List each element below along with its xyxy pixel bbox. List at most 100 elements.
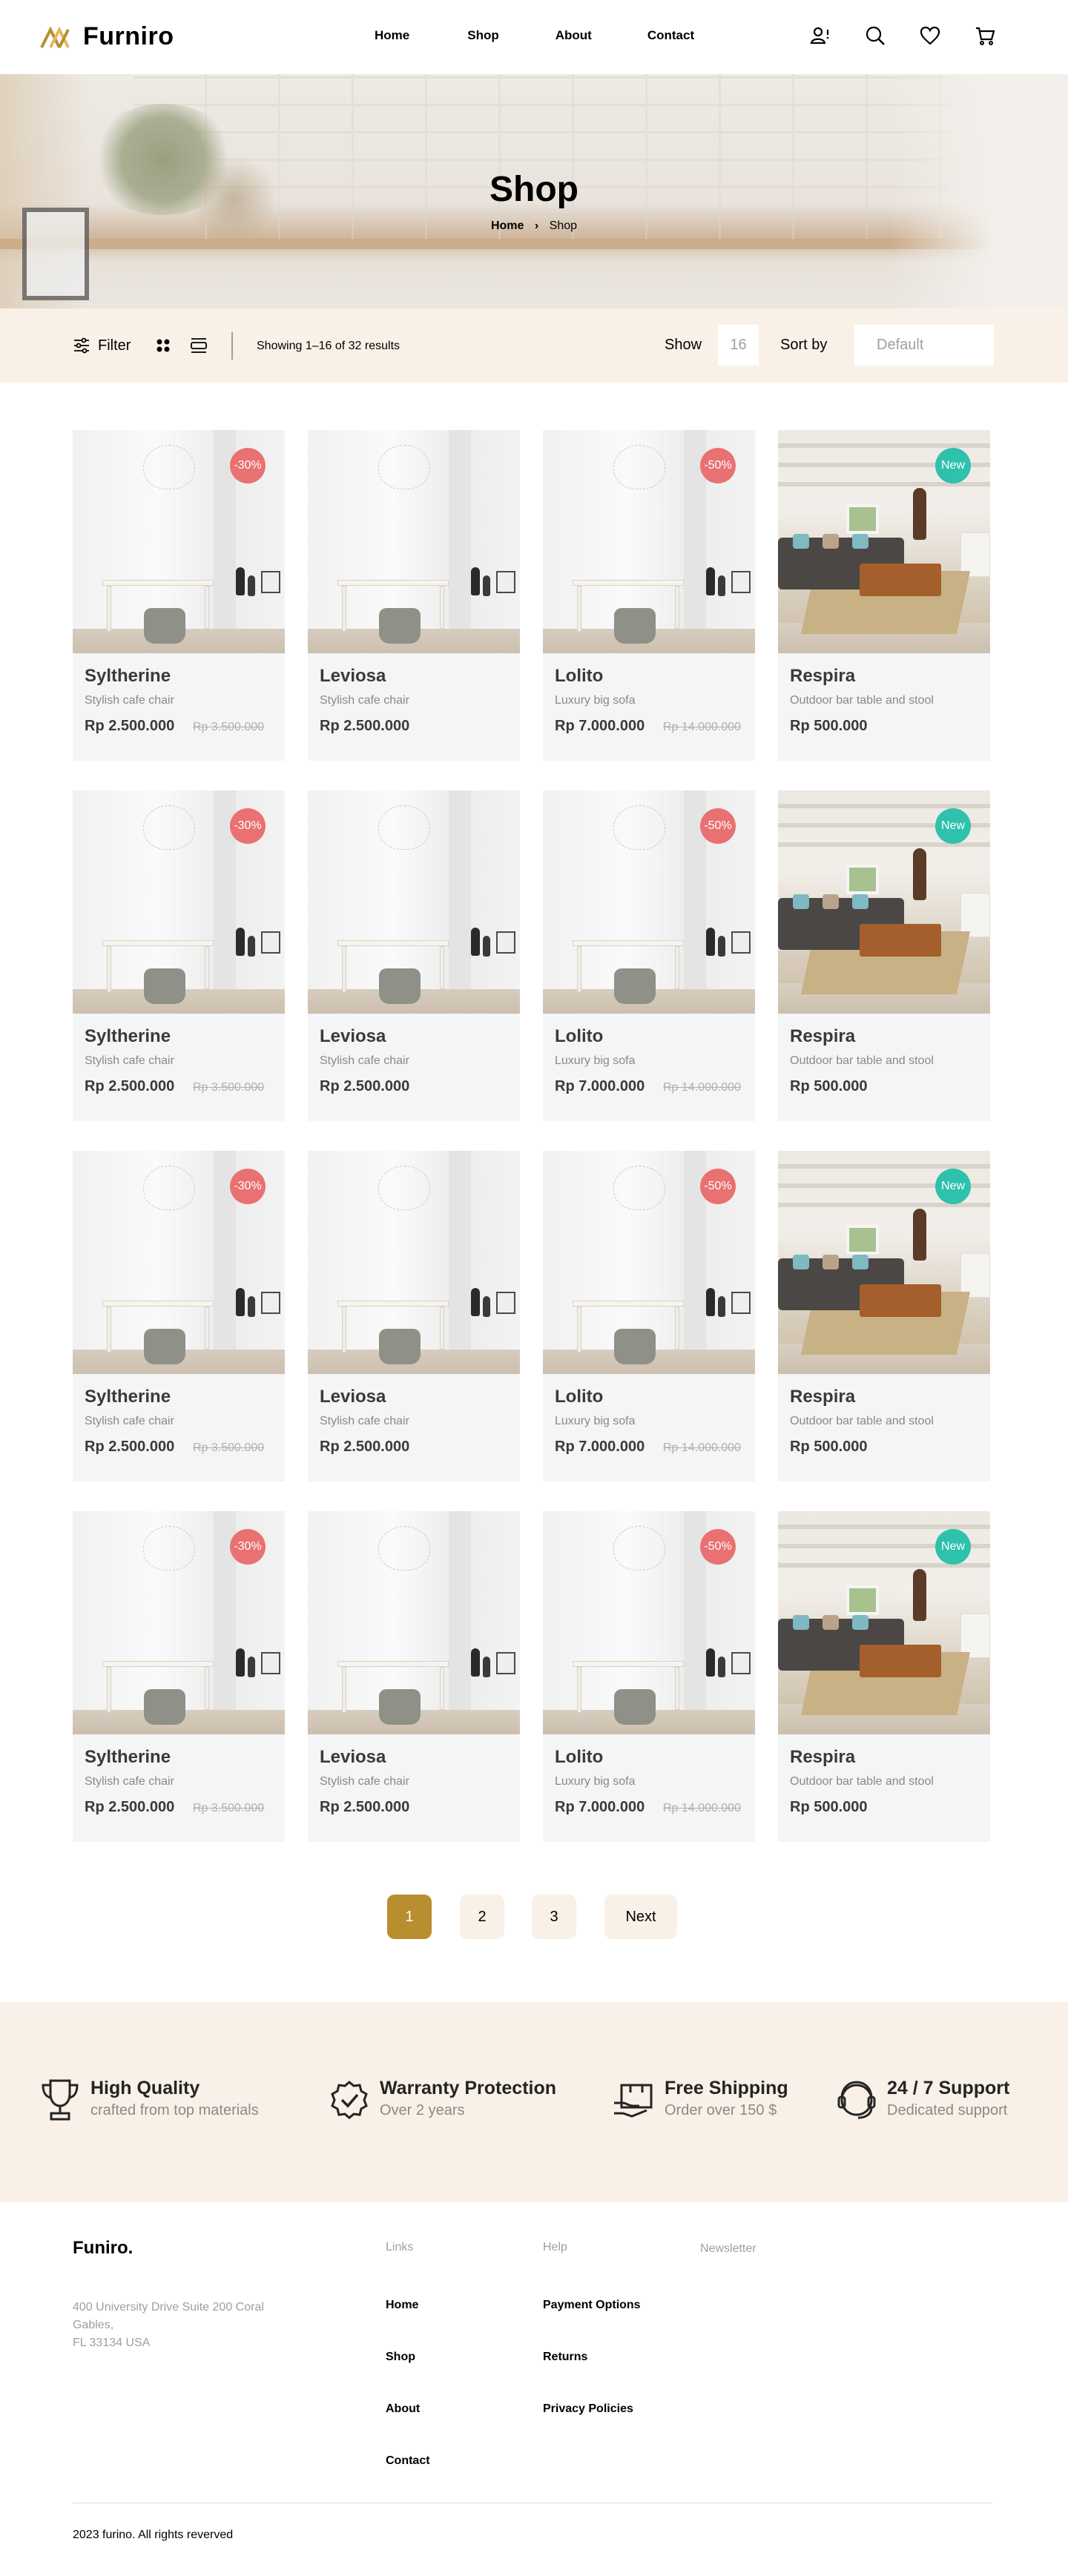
product-image-detail: [778, 1525, 990, 1529]
product-card[interactable]: Leviosa Stylish cafe chair Rp 2.500.000: [308, 430, 520, 761]
product-image-detail: [793, 534, 809, 549]
product-name: Lolito: [555, 1387, 604, 1407]
footer-link-payment-options[interactable]: Payment Options: [543, 2299, 641, 2312]
feature-title: 24 / 7 Support: [887, 2078, 1010, 2098]
product-image-detail: [731, 931, 751, 954]
product-card[interactable]: -30% Syltherine Stylish cafe chair Rp 2.500…: [73, 790, 285, 1121]
product-image[interactable]: [308, 1151, 520, 1374]
footer-link-privacy-policies[interactable]: Privacy Policies: [543, 2402, 633, 2416]
page-button-2[interactable]: 2: [460, 1895, 504, 1939]
heart-icon[interactable]: [920, 25, 940, 46]
feature-subtitle: Order over 150 $: [665, 2101, 777, 2118]
product-image-detail: [846, 1225, 879, 1255]
product-description: Stylish cafe chair: [320, 1054, 409, 1067]
product-old-price: Rp 3.500.000: [193, 1081, 265, 1094]
product-image-detail: [718, 1657, 725, 1677]
product-description: Stylish cafe chair: [85, 1775, 174, 1788]
feature-title: High Quality: [90, 2078, 200, 2098]
filter-label: Filter: [98, 337, 131, 354]
product-name: Lolito: [555, 1026, 604, 1046]
product-image-detail: [483, 575, 490, 596]
filter-button[interactable]: Filter: [73, 337, 131, 354]
product-card[interactable]: New Respira Outdoor bar table and stool Rp …: [778, 1151, 990, 1482]
product-image-detail: [236, 928, 245, 956]
page-button-1[interactable]: 1: [387, 1895, 432, 1939]
search-icon[interactable]: [865, 25, 886, 46]
list-view-button[interactable]: [190, 337, 208, 354]
product-image-detail: [823, 1615, 839, 1630]
footer-newsletter-title: Newsletter: [700, 2242, 756, 2255]
results-count: Showing 1–16 of 32 results: [257, 340, 400, 352]
product-card[interactable]: -50% Lolito Luxury big sofa Rp 7.000.000 Rp …: [543, 1511, 755, 1842]
nav-item-home[interactable]: Home: [375, 28, 409, 43]
product-image-detail: [144, 1329, 185, 1364]
footer-link-about[interactable]: About: [386, 2402, 420, 2416]
product-image-detail: [960, 893, 990, 937]
product-image-detail: [449, 1151, 471, 1374]
product-card[interactable]: -30% Syltherine Stylish cafe chair Rp 2.500…: [73, 1511, 285, 1842]
footer-link-shop[interactable]: Shop: [386, 2351, 415, 2364]
product-description: Luxury big sofa: [555, 1775, 636, 1788]
footer-help-title: Help: [543, 2241, 567, 2253]
shipping-icon: [614, 2084, 653, 2118]
product-image-detail: [793, 1615, 809, 1630]
filter-bar: Filter Showing 1–16 of 32 results Show 1…: [0, 308, 1068, 383]
discount-badge: -50%: [700, 1529, 736, 1565]
sort-select[interactable]: Default: [854, 325, 994, 366]
product-card[interactable]: -50% Lolito Luxury big sofa Rp 7.000.000 Rp …: [543, 790, 755, 1121]
breadcrumb-home[interactable]: Home: [491, 219, 524, 232]
product-image-detail: [471, 567, 480, 595]
product-image-detail: [778, 804, 990, 808]
cart-icon[interactable]: [975, 25, 995, 46]
account-alert-icon[interactable]: [810, 25, 831, 46]
footer-link-home[interactable]: Home: [386, 2299, 418, 2312]
footer-link-returns[interactable]: Returns: [543, 2351, 587, 2364]
product-card[interactable]: -50% Lolito Luxury big sofa Rp 7.000.000 Rp …: [543, 430, 755, 761]
product-card[interactable]: New Respira Outdoor bar table and stool Rp …: [778, 790, 990, 1121]
feature-subtitle: crafted from top materials: [90, 2101, 259, 2118]
product-price: Rp 7.000.000: [555, 1439, 645, 1455]
shop-hero-banner: Shop Home › Shop: [0, 74, 1068, 308]
page-button-3[interactable]: 3: [532, 1895, 576, 1939]
product-description: Stylish cafe chair: [85, 694, 174, 707]
nav-item-contact[interactable]: Contact: [647, 28, 694, 43]
product-image-detail: [143, 1166, 195, 1210]
product-image[interactable]: [308, 1511, 520, 1734]
product-image-detail: [823, 534, 839, 549]
next-page-button[interactable]: Next: [604, 1895, 677, 1939]
product-card[interactable]: Leviosa Stylish cafe chair Rp 2.500.000: [308, 790, 520, 1121]
product-card[interactable]: -30% Syltherine Stylish cafe chair Rp 2.500…: [73, 430, 285, 761]
product-image-detail: [440, 1667, 444, 1710]
product-price: Rp 500.000: [790, 718, 868, 734]
product-card[interactable]: -30% Syltherine Stylish cafe chair Rp 2.500…: [73, 1151, 285, 1482]
product-card[interactable]: New Respira Outdoor bar table and stool Rp …: [778, 430, 990, 761]
product-card[interactable]: Leviosa Stylish cafe chair Rp 2.500.000: [308, 1151, 520, 1482]
nav-item-about[interactable]: About: [556, 28, 592, 43]
brand-logo[interactable]: Furniro: [40, 22, 174, 51]
product-card[interactable]: Leviosa Stylish cafe chair Rp 2.500.000: [308, 1511, 520, 1842]
product-description: Outdoor bar table and stool: [790, 1054, 934, 1067]
header-actions: [810, 25, 995, 46]
footer-link-contact[interactable]: Contact: [386, 2454, 430, 2468]
product-price: Rp 7.000.000: [555, 718, 645, 734]
product-name: Syltherine: [85, 666, 171, 686]
product-old-price: Rp 14.000.000: [663, 721, 741, 733]
product-image-detail: [205, 1307, 209, 1350]
product-image-detail: [718, 1296, 725, 1317]
product-description: Stylish cafe chair: [320, 694, 409, 707]
product-image[interactable]: [308, 790, 520, 1014]
footer-address: 400 University Drive Suite 200 Coral Gab…: [73, 2299, 288, 2352]
show-count-input[interactable]: 16: [718, 325, 759, 366]
grid-view-button[interactable]: [156, 338, 171, 353]
product-image-detail: [248, 1657, 255, 1677]
nav-item-shop[interactable]: Shop: [467, 28, 499, 43]
product-image-detail: [102, 1661, 214, 1667]
product-card[interactable]: New Respira Outdoor bar table and stool Rp …: [778, 1511, 990, 1842]
product-price: Rp 2.500.000: [85, 1078, 175, 1094]
product-image-detail: [913, 488, 926, 540]
product-image-detail: [440, 586, 444, 629]
product-image-detail: [613, 445, 665, 489]
product-card[interactable]: -50% Lolito Luxury big sofa Rp 7.000.000 Rp …: [543, 1151, 755, 1482]
product-image[interactable]: [308, 430, 520, 653]
product-image-detail: [449, 430, 471, 653]
